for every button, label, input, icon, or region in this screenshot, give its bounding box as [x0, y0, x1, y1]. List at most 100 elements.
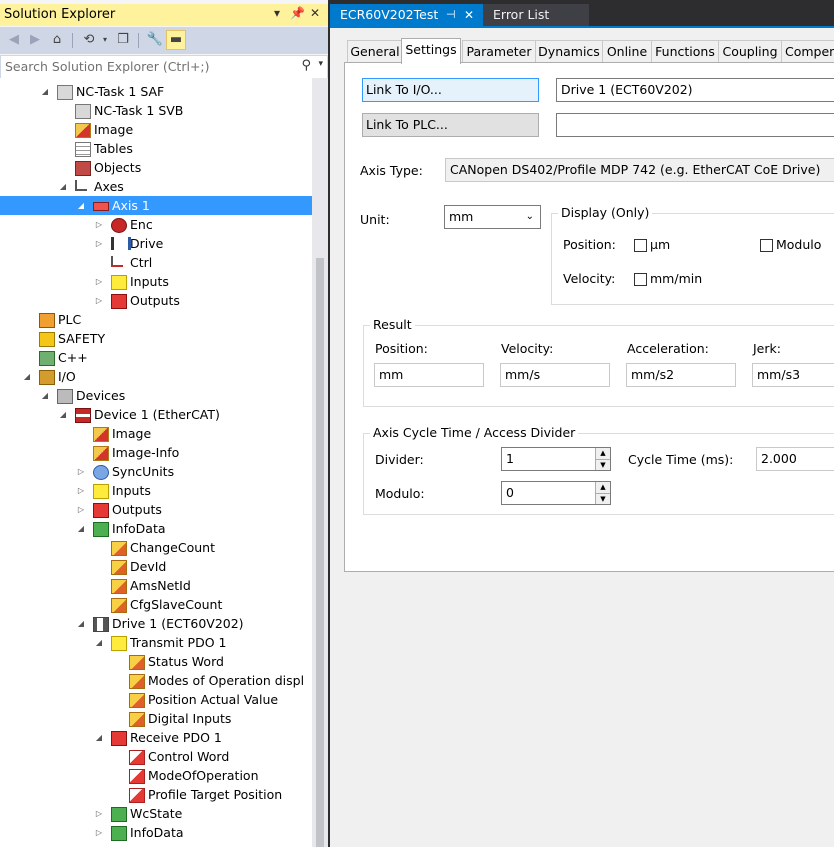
collapsed-arrow-icon[interactable]: ▷	[94, 215, 104, 234]
tree-item-profile-target-position[interactable]: Profile Target Position	[0, 785, 312, 804]
tree-item-modeofoperation[interactable]: ModeOfOperation	[0, 766, 312, 785]
tab-settings[interactable]: Settings	[401, 38, 461, 64]
tree-item-changecount[interactable]: ChangeCount	[0, 538, 312, 557]
expanded-arrow-icon[interactable]: ◢	[40, 386, 50, 405]
collapsed-arrow-icon[interactable]: ▷	[76, 462, 86, 481]
axis-type-field[interactable]: CANopen DS402/Profile MDP 742 (e.g. Ethe…	[445, 158, 834, 182]
modulo-spinbox[interactable]: 0 ▲ ▼	[501, 481, 611, 505]
pin-icon[interactable]: 📌	[290, 6, 305, 20]
expanded-arrow-icon[interactable]: ◢	[58, 177, 68, 196]
tab-coupling[interactable]: Coupling	[718, 40, 782, 62]
tree-item-position-actual-value[interactable]: Position Actual Value	[0, 690, 312, 709]
home-icon[interactable]: ⌂	[48, 31, 66, 49]
tab-parameter[interactable]: Parameter	[462, 40, 536, 62]
scrollbar-thumb[interactable]	[316, 258, 324, 847]
tree-item-drive[interactable]: ▷ Drive	[0, 234, 312, 253]
tree-item-cfgslavecount[interactable]: CfgSlaveCount	[0, 595, 312, 614]
collapsed-arrow-icon[interactable]: ▷	[76, 481, 86, 500]
modulo-decrement-icon[interactable]: ▼	[595, 494, 610, 504]
tree-item-safety[interactable]: SAFETY	[0, 329, 312, 348]
tab-general[interactable]: General	[347, 40, 403, 62]
expanded-arrow-icon[interactable]: ◢	[76, 519, 86, 538]
tab-online[interactable]: Online	[602, 40, 652, 62]
expanded-arrow-icon[interactable]: ◢	[22, 367, 32, 386]
modulo-checkbox[interactable]	[760, 239, 773, 252]
position-um-checkbox[interactable]	[634, 239, 647, 252]
modulo-increment-icon[interactable]: ▲	[595, 482, 610, 494]
result-acceleration-field[interactable]: mm/s2	[626, 363, 736, 387]
collapsed-arrow-icon[interactable]: ▷	[94, 291, 104, 310]
link-to-io-button[interactable]: Link To I/O...	[362, 78, 539, 102]
collapsed-arrow-icon[interactable]: ▷	[94, 804, 104, 823]
search-options-dropdown-icon[interactable]: ▾	[318, 59, 323, 69]
divider-decrement-icon[interactable]: ▼	[595, 460, 610, 470]
tree-item-drive-infodata[interactable]: ▷ InfoData	[0, 823, 312, 842]
tree-item-syncunits[interactable]: ▷ SyncUnits	[0, 462, 312, 481]
tree-item-device-inputs[interactable]: ▷ Inputs	[0, 481, 312, 500]
expanded-arrow-icon[interactable]: ◢	[40, 82, 50, 101]
tree-item-nc-task-saf[interactable]: ◢ NC-Task 1 SAF	[0, 82, 312, 101]
tree-item-axis-inputs[interactable]: ▷ Inputs	[0, 272, 312, 291]
expanded-arrow-icon[interactable]: ◢	[76, 196, 86, 215]
unit-combobox[interactable]: mm ⌄	[444, 205, 541, 229]
link-to-plc-button[interactable]: Link To PLC...	[362, 113, 539, 137]
tree-item-receive-pdo-1[interactable]: ◢ Receive PDO 1	[0, 728, 312, 747]
tree-item-ctrl[interactable]: Ctrl	[0, 253, 312, 272]
cycle-time-field[interactable]: 2.000	[756, 447, 834, 471]
divider-spinbox[interactable]: 1 ▲ ▼	[501, 447, 611, 471]
close-icon[interactable]: ✕	[310, 6, 320, 20]
tree-item-nc-task-svb[interactable]: NC-Task 1 SVB	[0, 101, 312, 120]
tree-item-status-word[interactable]: Status Word	[0, 652, 312, 671]
tab-functions[interactable]: Functions	[651, 40, 719, 62]
search-icon[interactable]: ⚲	[301, 58, 311, 73]
expanded-arrow-icon[interactable]: ◢	[94, 728, 104, 747]
back-icon[interactable]: ◀	[5, 31, 23, 49]
collapsed-arrow-icon[interactable]: ▷	[76, 500, 86, 519]
window-menu-icon[interactable]: ▾	[274, 6, 280, 20]
search-solution-explorer-input[interactable]: Search Solution Explorer (Ctrl+;) ⚲ ▾	[0, 55, 328, 79]
tab-compensation[interactable]: Compen	[781, 40, 834, 62]
tree-item-cpp[interactable]: C++	[0, 348, 312, 367]
forward-icon[interactable]: ▶	[26, 31, 44, 49]
tree-item-tables[interactable]: Tables	[0, 139, 312, 158]
tab-close-icon[interactable]: ✕	[464, 4, 474, 26]
preview-selected-icon[interactable]: ▬	[166, 30, 186, 50]
tree-item-axis-outputs[interactable]: ▷ Outputs	[0, 291, 312, 310]
tree-item-image[interactable]: Image	[0, 120, 312, 139]
collapsed-arrow-icon[interactable]: ▷	[94, 272, 104, 291]
tree-item-axis-1[interactable]: ◢ Axis 1	[0, 196, 312, 215]
tree-item-device-outputs[interactable]: ▷ Outputs	[0, 500, 312, 519]
tree-item-devid[interactable]: DevId	[0, 557, 312, 576]
collapse-all-icon[interactable]: ❐	[114, 31, 132, 49]
tree-item-devices[interactable]: ◢ Devices	[0, 386, 312, 405]
expanded-arrow-icon[interactable]: ◢	[58, 405, 68, 424]
history-dropdown-icon[interactable]: ▾	[96, 31, 114, 49]
tree-item-device-image[interactable]: Image	[0, 424, 312, 443]
tree-item-plc[interactable]: PLC	[0, 310, 312, 329]
collapsed-arrow-icon[interactable]: ▷	[94, 234, 104, 253]
tree-item-drive-1-ect60v202[interactable]: ◢ Drive 1 (ECT60V202)	[0, 614, 312, 633]
link-plc-value-field[interactable]	[556, 113, 834, 137]
tree-item-infodata[interactable]: ◢ InfoData	[0, 519, 312, 538]
tree-item-enc[interactable]: ▷ Enc	[0, 215, 312, 234]
expanded-arrow-icon[interactable]: ◢	[76, 614, 86, 633]
tree-item-amsnetid[interactable]: AmsNetId	[0, 576, 312, 595]
tree-item-axes[interactable]: ◢ Axes	[0, 177, 312, 196]
link-io-value-field[interactable]: Drive 1 (ECT60V202)	[556, 78, 834, 102]
result-position-field[interactable]: mm	[374, 363, 484, 387]
tab-error-list[interactable]: Error List	[483, 4, 589, 26]
tree-item-wcstate[interactable]: ▷ WcState	[0, 804, 312, 823]
tree-vertical-scrollbar[interactable]	[312, 78, 328, 847]
tree-item-io[interactable]: ◢ I/O	[0, 367, 312, 386]
collapsed-arrow-icon[interactable]: ▷	[94, 823, 104, 842]
tree-item-transmit-pdo-1[interactable]: ◢ Transmit PDO 1	[0, 633, 312, 652]
chevron-down-icon[interactable]: ⌄	[526, 206, 534, 228]
tab-ecr60v202test[interactable]: ECR60V202Test ⊣ ✕	[330, 4, 490, 26]
expanded-arrow-icon[interactable]: ◢	[94, 633, 104, 652]
tree-item-image-info[interactable]: Image-Info	[0, 443, 312, 462]
tree-item-digital-inputs[interactable]: Digital Inputs	[0, 709, 312, 728]
tree-item-device-1-ethercat[interactable]: ◢ Device 1 (EtherCAT)	[0, 405, 312, 424]
tab-pin-icon[interactable]: ⊣	[446, 4, 456, 26]
result-jerk-field[interactable]: mm/s3	[752, 363, 834, 387]
tree-item-modes-of-operation-display[interactable]: Modes of Operation displ	[0, 671, 312, 690]
